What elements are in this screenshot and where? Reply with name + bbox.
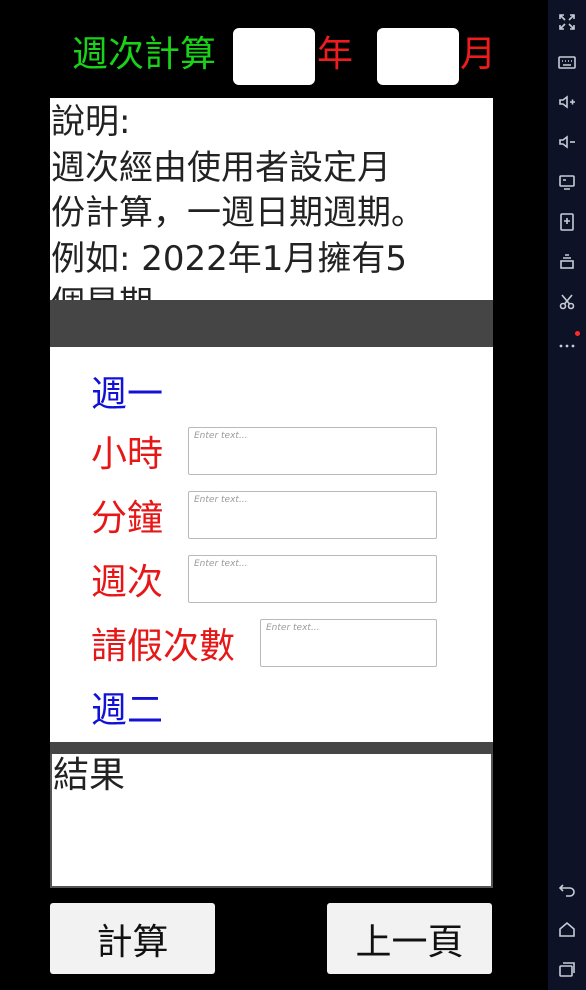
- leave-count-label: 請假次數: [91, 626, 236, 667]
- back-icon[interactable]: [548, 874, 586, 904]
- hours-label: 小時: [91, 434, 164, 475]
- minutes-label: 分鐘: [91, 498, 164, 539]
- volume-down-icon[interactable]: [548, 127, 586, 157]
- month-label: 月: [460, 34, 497, 75]
- description-box[interactable]: 說明: 週次經由使用者設定月 份計算，一週日期週期。 例如: 2022年1月擁有…: [50, 98, 493, 300]
- year-input[interactable]: [233, 28, 315, 85]
- minutes-placeholder: Enter text...: [194, 495, 248, 505]
- description-text: 說明: 週次經由使用者設定月 份計算，一週日期週期。 例如: 2022年1月擁有…: [51, 102, 425, 300]
- home-icon[interactable]: [548, 914, 586, 944]
- month-input[interactable]: [377, 28, 459, 85]
- keyboard-icon[interactable]: [548, 47, 586, 77]
- page-title: 週次計算: [72, 34, 217, 75]
- day-label-tuesday: 週二: [91, 690, 164, 731]
- week-count-input[interactable]: Enter text...: [188, 555, 437, 603]
- divider-bar-bottom: [50, 742, 493, 754]
- hours-placeholder: Enter text...: [194, 431, 248, 441]
- minutes-input[interactable]: Enter text...: [188, 491, 437, 539]
- emulator-toolbar: [548, 0, 586, 990]
- title-row: 週次計算 年 月: [0, 0, 548, 98]
- notification-dot: [575, 331, 580, 336]
- day-label-monday: 週一: [91, 374, 164, 415]
- week-count-label: 週次: [91, 562, 164, 603]
- fullscreen-icon[interactable]: [548, 7, 586, 37]
- screen-icon[interactable]: [548, 167, 586, 197]
- year-label: 年: [317, 34, 354, 75]
- scissors-icon[interactable]: [548, 287, 586, 317]
- form-scroll-area[interactable]: 週一 小時 Enter text... 分鐘 Enter text... 週次 …: [50, 347, 493, 742]
- more-icon[interactable]: [548, 327, 586, 357]
- calculate-button[interactable]: 計算: [50, 903, 215, 974]
- volume-up-icon[interactable]: [548, 87, 586, 117]
- recents-icon[interactable]: [548, 954, 586, 984]
- app-window: 週次計算 年 月 說明: 週次經由使用者設定月 份計算，一週日期週期。 例如: …: [0, 0, 548, 990]
- result-label: 結果: [53, 755, 126, 796]
- divider-bar: [50, 300, 493, 347]
- result-box: 結果: [50, 754, 493, 888]
- hours-input[interactable]: Enter text...: [188, 427, 437, 475]
- layers-icon[interactable]: [548, 247, 586, 277]
- install-apk-icon[interactable]: [548, 207, 586, 237]
- leave-count-input[interactable]: Enter text...: [260, 619, 437, 667]
- previous-page-button[interactable]: 上一頁: [327, 903, 492, 974]
- week-count-placeholder: Enter text...: [194, 559, 248, 569]
- leave-count-placeholder: Enter text...: [266, 623, 320, 633]
